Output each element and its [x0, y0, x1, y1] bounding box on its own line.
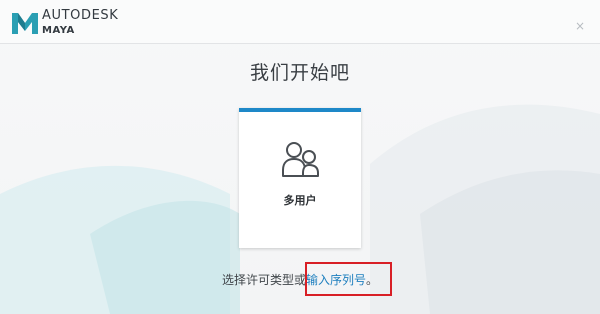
- close-button[interactable]: ×: [574, 20, 586, 32]
- title-bar: AUTODESK MAYA ×: [0, 0, 600, 44]
- license-card-multi-user[interactable]: 多用户: [239, 108, 361, 248]
- maya-license-window: AUTODESK MAYA × 我们开始吧 多用户 选择许可类型或输入序列号。: [0, 0, 600, 314]
- maya-m-logo-icon: [12, 13, 38, 34]
- footer-prefix: 选择许可类型或: [221, 273, 306, 287]
- enter-serial-number-link[interactable]: 输入序列号: [306, 273, 366, 287]
- brand-company: AUTODESK: [42, 8, 119, 23]
- license-card-label: 多用户: [283, 194, 317, 207]
- multi-user-icon: [282, 142, 319, 177]
- page-title: 我们开始吧: [249, 62, 350, 84]
- brand-wordmark: AUTODESK MAYA: [42, 9, 118, 36]
- footer-suffix: 。: [366, 273, 379, 287]
- brand-product: MAYA: [42, 25, 75, 36]
- license-footer-text: 选择许可类型或输入序列号。: [0, 271, 600, 288]
